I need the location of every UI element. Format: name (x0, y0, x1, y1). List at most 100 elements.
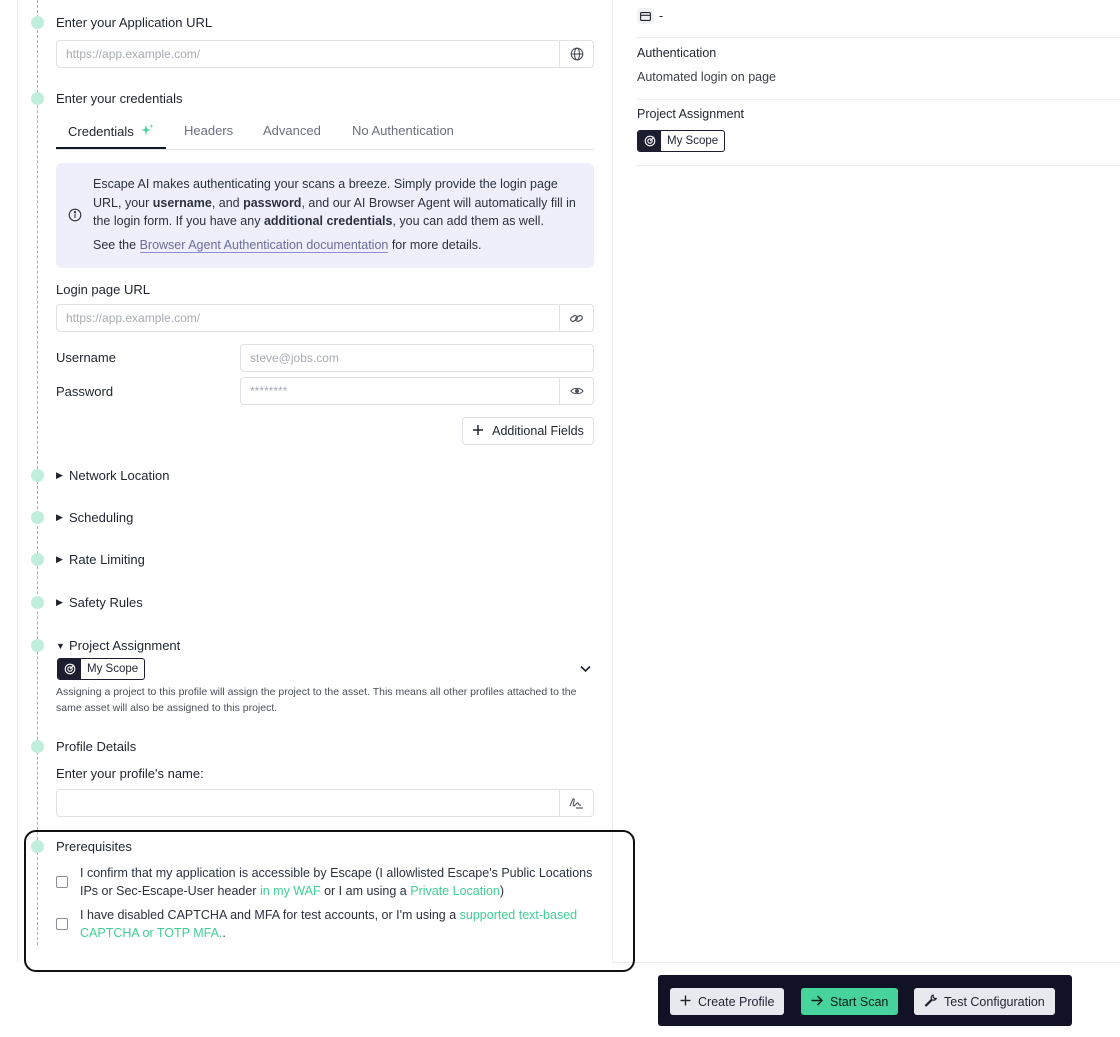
auth-tabs: Credentials Headers Advanced No Authenti… (56, 118, 594, 150)
create-profile-label: Create Profile (698, 994, 775, 1009)
login-url-input[interactable]: https://app.example.com/ (56, 304, 594, 332)
arrow-right-icon (811, 994, 824, 1009)
caret-down-icon: ▼ (56, 640, 65, 651)
login-url-label: Login page URL (56, 282, 150, 297)
info-docs-suffix: for more details. (388, 238, 482, 252)
info-text-additional-credentials: additional credentials (263, 214, 393, 228)
tab-advanced[interactable]: Advanced (263, 123, 321, 138)
captcha-text-part: I have disabled CAPTCHA and MFA for test… (80, 908, 460, 922)
summary-divider (637, 165, 1120, 166)
username-placeholder: steve@jobs.com (250, 351, 339, 365)
additional-fields-label: Additional Fields (492, 424, 584, 438)
application-url-input[interactable]: https://app.example.com/ (56, 40, 594, 68)
password-placeholder: ******** (250, 384, 288, 398)
application-url-placeholder: https://app.example.com/ (66, 47, 201, 61)
step-dot (31, 469, 44, 482)
info-docs-line: See the Browser Agent Authentication doc… (93, 236, 585, 255)
captcha-mfa-text: I have disabled CAPTCHA and MFA for test… (80, 906, 596, 942)
create-profile-button[interactable]: Create Profile (670, 988, 785, 1015)
accessibility-text-part: ) (499, 884, 505, 898)
summary-card-value: - (659, 9, 664, 23)
target-icon (638, 131, 661, 151)
target-icon (58, 659, 81, 679)
project-assignment-label: Project Assignment (69, 638, 181, 653)
globe-icon (559, 41, 593, 67)
step-dot (31, 596, 44, 609)
scope-chip[interactable]: My Scope (57, 658, 146, 680)
browser-agent-docs-link[interactable]: Browser Agent Authentication documentati… (139, 238, 389, 253)
safety-rules-label: Safety Rules (69, 595, 143, 610)
summary-authentication-value: Automated login on page (637, 70, 776, 84)
info-text: Escape AI makes authenticating your scan… (93, 175, 585, 231)
plus-icon (472, 424, 484, 439)
accessibility-text-part: or I am using a (320, 884, 411, 898)
credit-card-icon (637, 8, 654, 24)
network-location-toggle[interactable]: ▶ Network Location (56, 468, 169, 483)
summary-scope-label: My Scope (667, 135, 719, 147)
signature-icon (559, 790, 593, 816)
panel-divider (612, 0, 613, 962)
tab-credentials-label: Credentials (68, 124, 134, 139)
info-text-part: , you can add them as well. (392, 214, 544, 228)
scheduling-toggle[interactable]: ▶ Scheduling (56, 510, 133, 525)
captcha-text-part: . (222, 926, 226, 940)
captcha-mfa-checkbox[interactable] (56, 918, 68, 930)
network-location-label: Network Location (69, 468, 170, 483)
profile-name-input[interactable] (56, 789, 594, 817)
credentials-step-title: Enter your credentials (56, 91, 183, 106)
summary-divider (637, 99, 1120, 100)
summary-authentication-label: Authentication (637, 46, 717, 60)
left-panel-border (17, 0, 18, 962)
waf-link[interactable]: in my WAF (260, 884, 321, 898)
test-configuration-button[interactable]: Test Configuration (914, 988, 1055, 1015)
right-panel-bottom-border (613, 962, 1120, 963)
info-text-username: username (152, 195, 212, 210)
start-scan-label: Start Scan (830, 994, 889, 1009)
summary-divider (637, 37, 1120, 38)
step-dot (31, 740, 44, 753)
caret-right-icon: ▶ (56, 512, 63, 522)
info-icon (68, 208, 82, 225)
scheduling-label: Scheduling (69, 510, 134, 525)
additional-fields-button[interactable]: Additional Fields (462, 417, 594, 445)
ai-info-callout: Escape AI makes authenticating your scan… (56, 163, 594, 268)
tab-no-authentication[interactable]: No Authentication (352, 123, 454, 138)
accessibility-checkbox[interactable] (56, 876, 68, 888)
active-tab-indicator (56, 147, 166, 149)
prerequisites-title: Prerequisites (56, 839, 132, 854)
caret-right-icon: ▶ (56, 470, 63, 480)
step-dot (31, 639, 44, 652)
action-bar: Create Profile Start Scan Test Configura… (658, 975, 1072, 1026)
profile-details-title: Profile Details (56, 739, 137, 754)
wrench-icon (924, 994, 938, 1010)
step-dot (31, 511, 44, 524)
info-text-password: password (243, 195, 302, 210)
project-assignment-toggle[interactable]: ▼ Project Assignment (56, 638, 180, 653)
eye-icon[interactable] (559, 378, 593, 404)
safety-rules-toggle[interactable]: ▶ Safety Rules (56, 595, 143, 610)
info-docs-prefix: See the (93, 238, 140, 252)
start-scan-button[interactable]: Start Scan (801, 988, 899, 1015)
tab-headers[interactable]: Headers (184, 123, 233, 138)
chevron-down-icon[interactable] (579, 662, 592, 678)
summary-scope-chip: My Scope (637, 130, 726, 152)
link-icon (559, 305, 593, 331)
prerequisite-item: I have disabled CAPTCHA and MFA for test… (56, 906, 596, 942)
caret-right-icon: ▶ (56, 554, 63, 564)
scope-chip-label: My Scope (87, 663, 139, 675)
tab-credentials[interactable]: Credentials (68, 123, 154, 140)
username-label: Username (56, 350, 116, 365)
password-label: Password (56, 384, 114, 399)
profile-name-label: Enter your profile's name: (56, 766, 204, 781)
step-dot (31, 92, 44, 105)
plus-icon (680, 995, 691, 1009)
application-url-step-title: Enter your Application URL (56, 15, 213, 30)
username-input[interactable]: steve@jobs.com (240, 344, 594, 372)
accessibility-text: I confirm that my application is accessi… (80, 864, 596, 900)
private-location-link[interactable]: Private Location (410, 884, 500, 898)
login-url-placeholder: https://app.example.com/ (66, 311, 201, 325)
rate-limiting-toggle[interactable]: ▶ Rate Limiting (56, 552, 145, 567)
project-assignment-help: Assigning a project to this profile will… (56, 686, 577, 714)
password-input[interactable]: ******** (240, 377, 594, 405)
rate-limiting-label: Rate Limiting (69, 552, 145, 567)
